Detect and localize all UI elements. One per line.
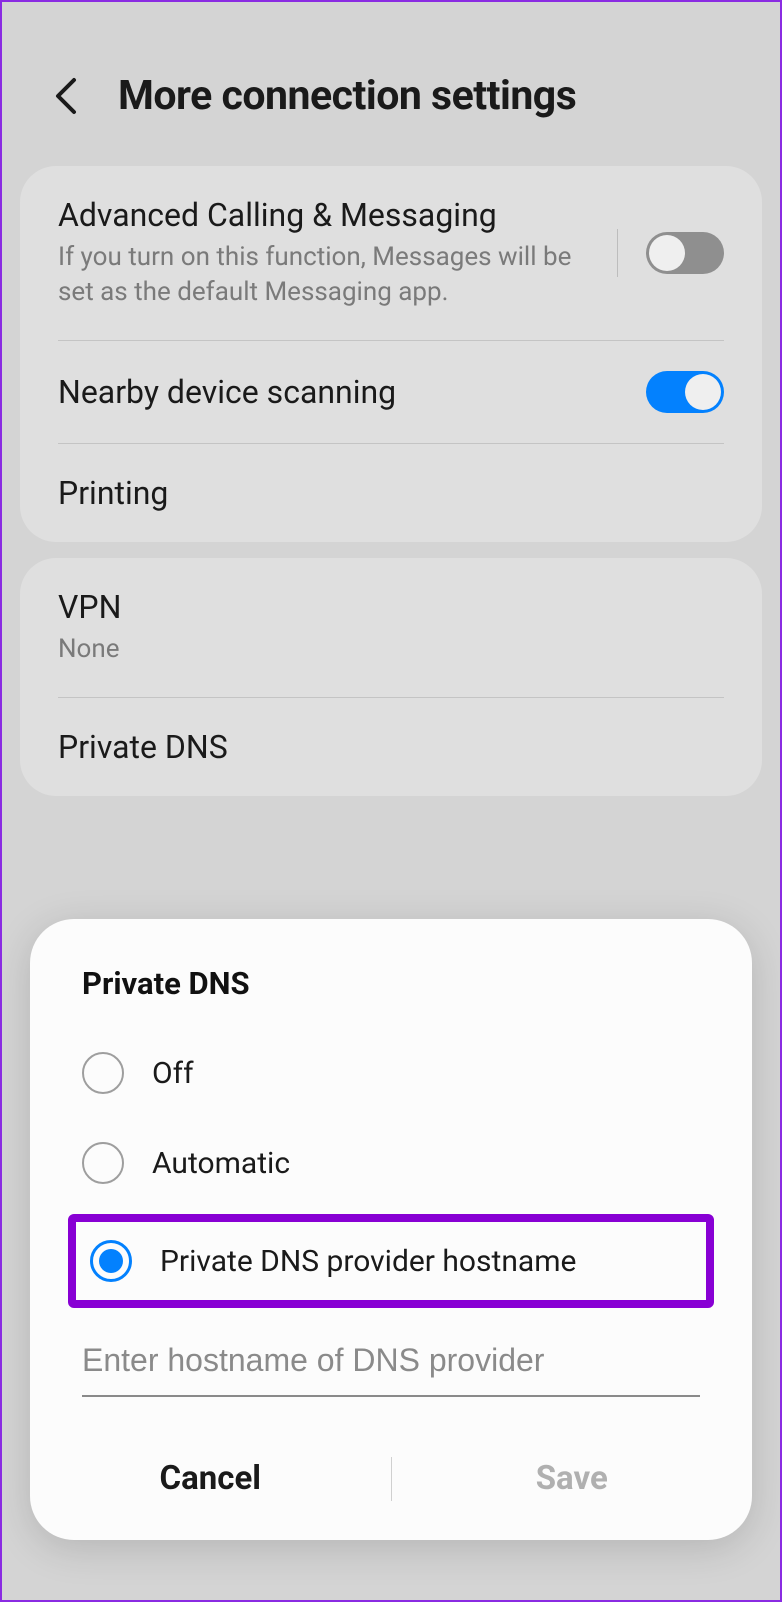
settings-group-2: VPN None Private DNS (20, 558, 762, 796)
radio-option-off[interactable]: Off (30, 1028, 752, 1118)
row-title: VPN (58, 588, 704, 626)
header: More connection settings (2, 2, 780, 150)
row-title: Printing (58, 474, 704, 512)
back-icon[interactable] (52, 76, 78, 116)
radio-label: Private DNS provider hostname (160, 1244, 576, 1279)
dialog-title: Private DNS (30, 965, 752, 1002)
toggle-nearby-scanning[interactable] (646, 371, 724, 413)
dns-hostname-input[interactable] (82, 1332, 700, 1397)
toggle-advanced-calling[interactable] (646, 232, 724, 274)
row-private-dns[interactable]: Private DNS (58, 698, 724, 796)
dialog-buttons: Cancel Save (30, 1441, 752, 1516)
row-nearby-scanning[interactable]: Nearby device scanning (58, 341, 724, 444)
page-title: More connection settings (118, 72, 576, 120)
row-subtitle: If you turn on this function, Messages w… (58, 240, 597, 310)
private-dns-dialog: Private DNS Off Automatic Private DNS pr… (30, 919, 752, 1540)
save-button[interactable]: Save (392, 1441, 753, 1516)
row-vpn[interactable]: VPN None (58, 558, 724, 698)
radio-icon (82, 1052, 124, 1094)
radio-option-hostname[interactable]: Private DNS provider hostname (68, 1214, 714, 1308)
row-advanced-calling[interactable]: Advanced Calling & Messaging If you turn… (58, 166, 724, 341)
radio-option-automatic[interactable]: Automatic (30, 1118, 752, 1208)
settings-group-1: Advanced Calling & Messaging If you turn… (20, 166, 762, 542)
divider (617, 229, 618, 277)
row-printing[interactable]: Printing (58, 444, 724, 542)
row-subtitle: None (58, 632, 704, 667)
row-title: Private DNS (58, 728, 704, 766)
cancel-button[interactable]: Cancel (30, 1441, 391, 1516)
row-title: Advanced Calling & Messaging (58, 196, 597, 234)
radio-label: Off (152, 1056, 194, 1091)
row-title: Nearby device scanning (58, 373, 626, 411)
radio-label: Automatic (152, 1146, 290, 1181)
radio-icon (82, 1142, 124, 1184)
radio-icon (90, 1240, 132, 1282)
